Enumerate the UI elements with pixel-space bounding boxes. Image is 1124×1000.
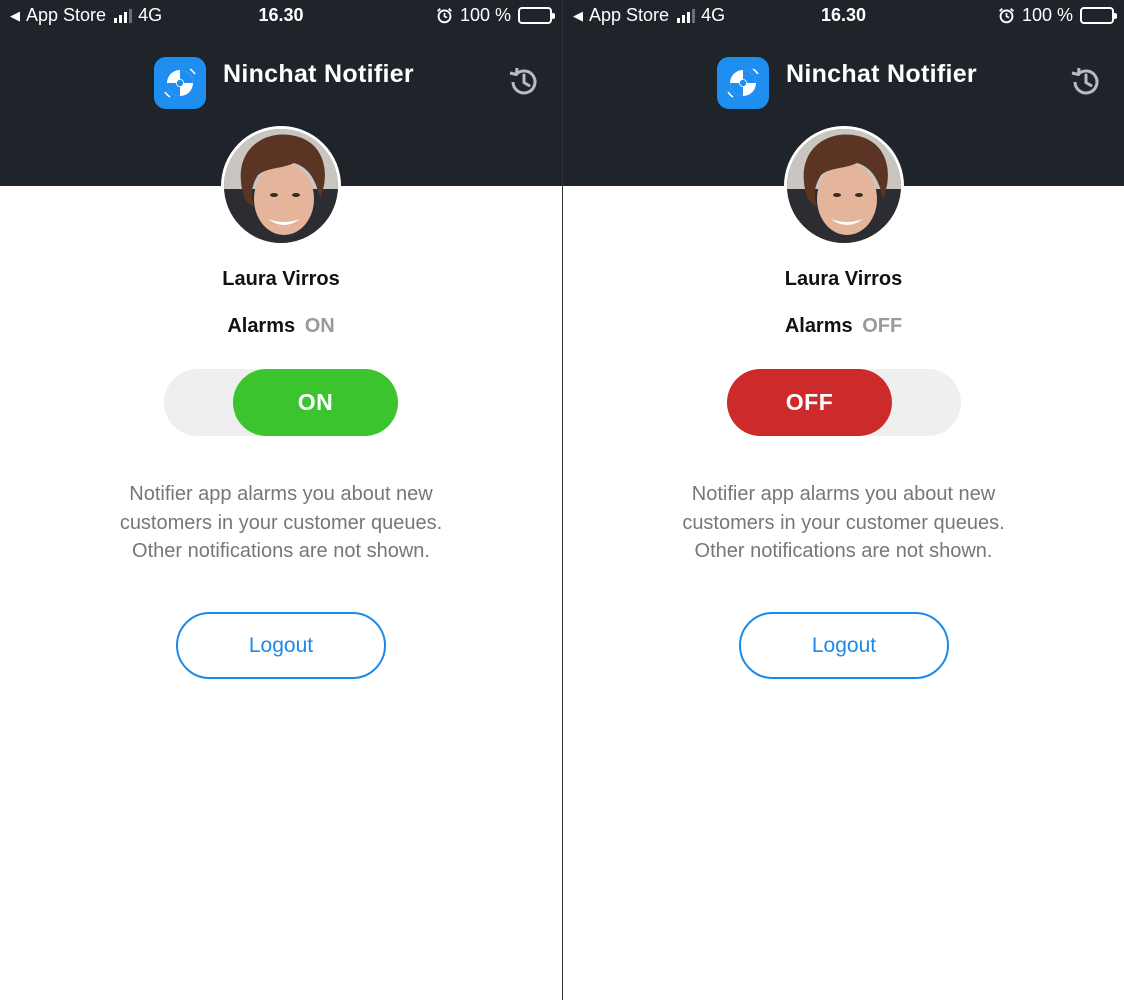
status-bar: ◀ App Store 4G 16.30 100 %	[563, 0, 1124, 32]
screen-alarms-on: ◀ App Store 4G 16.30 100 % Ninchat Notif…	[0, 0, 562, 1000]
history-icon[interactable]	[1068, 64, 1104, 100]
description-line: Notifier app alarms you about new	[129, 483, 433, 505]
status-bar: ◀ App Store 4G 16.30 100 %	[0, 0, 562, 32]
alarms-label: Alarms	[227, 315, 296, 337]
battery-icon	[1080, 7, 1117, 24]
status-bar-right: 100 %	[436, 5, 555, 26]
alarms-status-line: Alarms OFF	[563, 315, 1124, 338]
alarms-toggle-knob[interactable]: ON	[233, 369, 398, 436]
app-title: Ninchat Notifier	[223, 60, 414, 88]
ninchat-logo-icon	[154, 57, 206, 109]
description-line: Notifier app alarms you about new	[691, 483, 996, 505]
avatar	[221, 126, 341, 246]
description-text: Notifier app alarms you about new custom…	[0, 480, 562, 566]
screen-alarms-off: ◀ App Store 4G 16.30 100 % Ninchat Notif…	[562, 0, 1124, 1000]
ninchat-logo-icon	[717, 57, 769, 109]
battery-percent: 100 %	[1021, 5, 1073, 25]
alarm-clock-icon	[436, 8, 452, 24]
alarms-toggle[interactable]: OFF	[727, 369, 961, 436]
battery-percent: 100 %	[459, 5, 511, 25]
alarms-toggle-knob[interactable]: OFF	[727, 369, 892, 436]
logout-button[interactable]: Logout	[739, 612, 949, 679]
user-name: Laura Virros	[222, 268, 340, 290]
app-title: Ninchat Notifier	[786, 60, 977, 88]
history-icon[interactable]	[506, 64, 542, 100]
alarms-label: Alarms	[784, 315, 853, 337]
battery-icon	[518, 7, 555, 24]
alarm-clock-icon	[998, 8, 1014, 24]
description-text: Notifier app alarms you about new custom…	[563, 480, 1124, 566]
alarms-toggle[interactable]: ON	[164, 369, 398, 436]
alarms-state: OFF	[862, 315, 903, 337]
description-line: customers in your customer queues.	[682, 511, 1005, 534]
user-name: Laura Virros	[784, 268, 903, 290]
avatar	[784, 126, 904, 246]
description-line: customers in your customer queues.	[119, 511, 443, 534]
alarms-status-line: Alarms ON	[0, 315, 562, 338]
screens-container: ◀ App Store 4G 16.30 100 % Ninchat Notif…	[0, 0, 1124, 1000]
description-line: Other notifications are not shown.	[132, 540, 430, 562]
logout-button[interactable]: Logout	[176, 612, 386, 679]
status-bar-right: 100 %	[998, 5, 1117, 26]
description-line: Other notifications are not shown.	[694, 540, 993, 562]
alarms-state: ON	[304, 315, 335, 337]
